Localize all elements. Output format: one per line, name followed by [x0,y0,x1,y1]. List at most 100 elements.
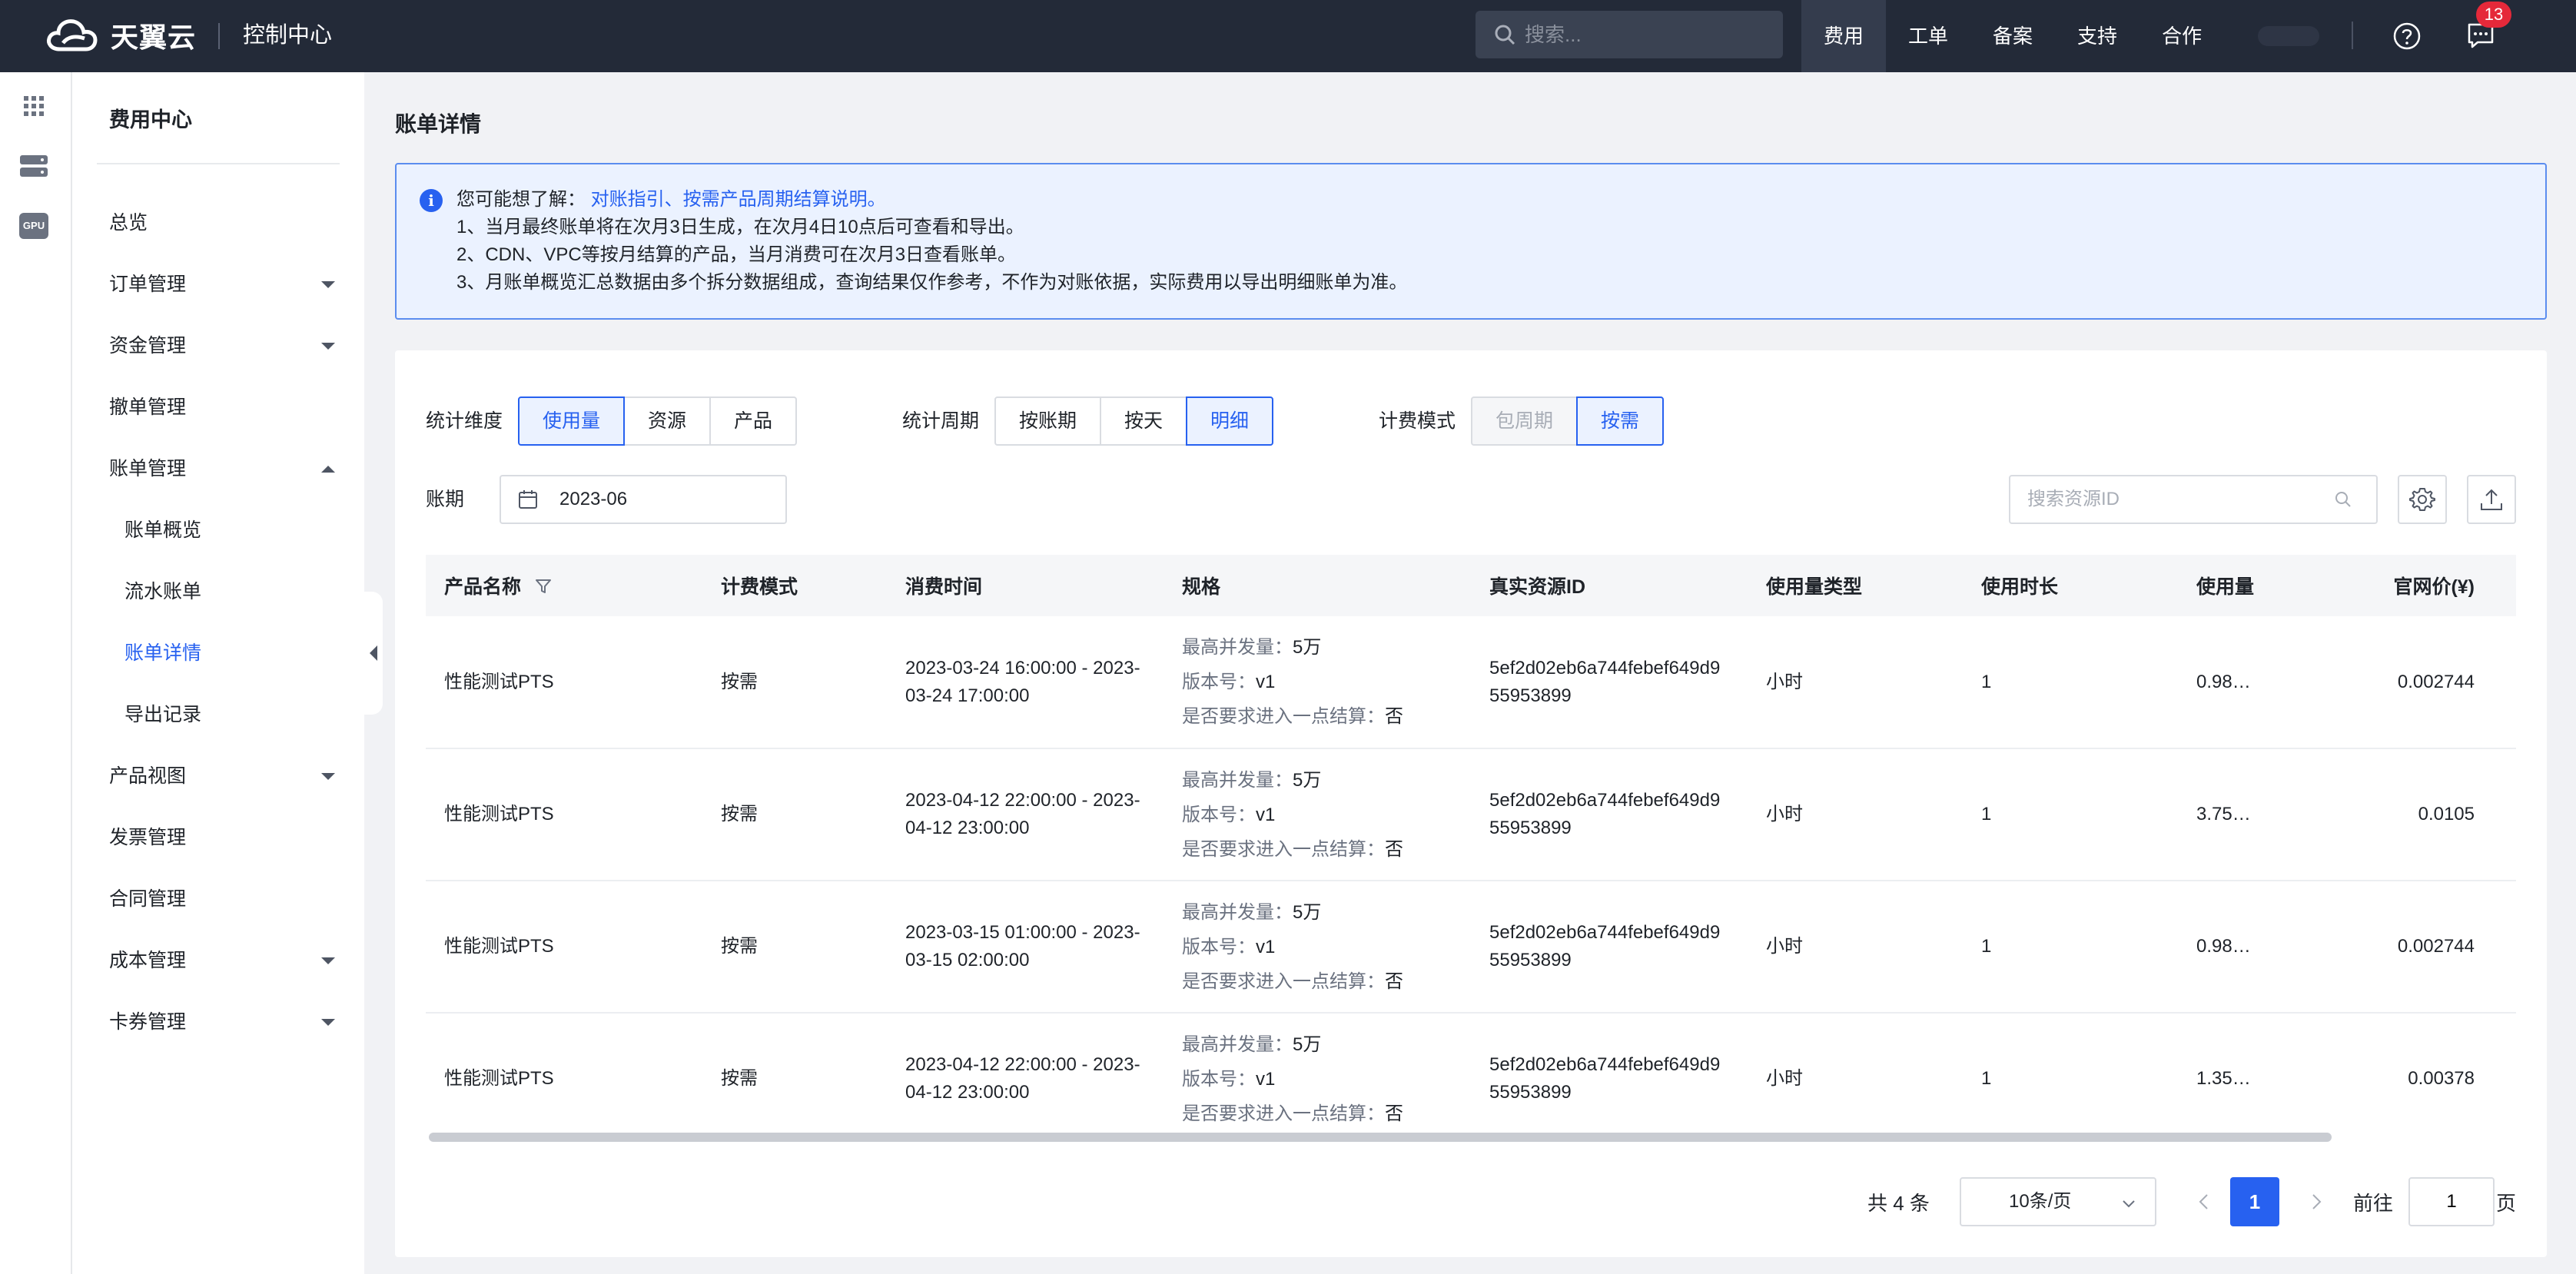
spec-line: 版本号：v1 [1182,798,1452,832]
search-icon [1495,25,1515,45]
sidebar-item-bills[interactable]: 账单管理 [72,438,364,499]
top-nav-filing[interactable]: 备案 [1970,0,2055,72]
export-button[interactable] [2467,475,2516,524]
column-header-time: 消费时间 [887,555,1164,616]
period-option-detail[interactable]: 明细 [1186,396,1274,446]
billing-option-on-demand[interactable]: 按需 [1576,396,1665,446]
spec-key: 最高并发量： [1182,1033,1293,1055]
chevron-down-icon [2123,1200,2135,1208]
resource-search-input[interactable] [2010,489,2333,510]
cell-duration: 1 [1963,1013,2178,1142]
spec-value: 5万 [1293,769,1322,791]
top-nav-fees[interactable]: 费用 [1801,0,1887,72]
dimension-segmented: 使用量 资源 产品 [518,396,798,446]
logo[interactable]: 天翼云 [45,12,196,58]
sidebar-item-overview[interactable]: 总览 [72,192,364,254]
column-header-usage: 使用量 [2178,555,2316,616]
cell-price: 0.002744 [2316,881,2516,1014]
top-bar: 天翼云 控制中心 费用 工单 备案 支持 合作 13 [0,0,2576,72]
sidebar-item-contracts[interactable]: 合同管理 [72,868,364,930]
horizontal-scrollbar[interactable] [429,1133,2332,1142]
sidebar-item-costs[interactable]: 成本管理 [72,930,364,991]
sidebar-item-transactions[interactable]: 流水账单 [72,561,364,622]
column-settings-button[interactable] [2398,475,2447,524]
sidebar-item-orders[interactable]: 订单管理 [72,254,364,315]
sidebar-item-export-records[interactable]: 导出记录 [72,684,364,745]
pagination-total: 共 4 条 [1867,1192,1930,1215]
help-icon[interactable] [2392,22,2422,51]
sidebar-item-invoices[interactable]: 发票管理 [72,807,364,868]
column-header-billing-mode: 计费模式 [702,555,887,616]
gear-icon [2409,488,2435,511]
cell-spec: 最高并发量：5万 版本号：v1 是否要求进入一点结算：否 [1164,748,1471,881]
cloud-logo-icon [47,19,98,51]
chevron-down-icon [321,281,335,288]
spec-line: 版本号：v1 [1182,1062,1452,1097]
period-option-daily[interactable]: 按天 [1100,396,1188,446]
console-title[interactable]: 控制中心 [243,20,332,51]
user-account[interactable] [2258,26,2319,46]
gpu-label: GPU [19,213,48,239]
pagination-goto-input[interactable] [2408,1177,2495,1226]
spec-value: 否 [1385,1103,1403,1124]
calendar-icon [519,490,537,509]
dimension-option-product[interactable]: 产品 [709,396,798,446]
search-icon [2335,492,2351,507]
info-icon: i [420,189,443,212]
global-search-input[interactable] [1525,22,1755,47]
pagination-prev-button[interactable] [2189,1186,2219,1217]
sidebar-title: 费用中心 [109,108,192,131]
sidebar-item-coupons[interactable]: 卡券管理 [72,991,364,1053]
sidebar-divider [97,163,340,164]
table-row: 性能测试PTS 按需 2023-03-15 01:00:00 - 2023-03… [426,881,2516,1014]
server-icon[interactable] [18,151,49,181]
apps-grid-icon[interactable] [18,91,49,121]
cell-product: 性能测试PTS [426,881,702,1014]
top-nav-support[interactable]: 支持 [2055,0,2139,72]
notice-links[interactable]: 对账指引、按需产品周期结算说明。 [591,189,886,210]
gpu-icon[interactable]: GPU [18,211,49,241]
chevron-up-icon [321,466,335,473]
bill-detail-table: 产品名称 计费模式 消费时间 规格 真实资源ID 使用量类型 使用时长 使用量 … [426,555,2516,1142]
billing-option-subscription[interactable]: 包周期 [1471,396,1578,446]
upload-icon [2481,489,2502,510]
pagination-page-1[interactable]: 1 [2230,1177,2279,1226]
cell-product: 性能测试PTS [426,748,702,881]
sidebar: 费用中心 总览 订单管理 资金管理 撤单管理 账单管理 账单概览 流水账单 账单… [72,72,364,1274]
bill-period-picker[interactable]: 2023-06 [500,475,787,524]
dimension-option-usage[interactable]: 使用量 [518,396,626,446]
sidebar-item-cancellations[interactable]: 撤单管理 [72,377,364,438]
sidebar-item-bill-details[interactable]: 账单详情 [72,622,364,684]
top-nav-tickets[interactable]: 工单 [1886,0,1970,72]
resource-search[interactable] [2009,475,2378,524]
spec-key: 版本号： [1182,1068,1256,1090]
logo-divider [218,23,220,49]
filter-icon[interactable] [534,577,553,596]
notice-line-2: 2、CDN、VPC等按月结算的产品，当月消费可在次月3日查看账单。 [456,244,1017,265]
page-size-select[interactable]: 10条/页 [1960,1177,2156,1226]
sidebar-item-product-view[interactable]: 产品视图 [72,745,364,807]
chevron-down-icon [321,957,335,964]
chevron-left-icon [2199,1194,2208,1209]
spec-key: 最高并发量： [1182,901,1293,923]
notice-line-3: 3、月账单概览汇总数据由多个拆分数据组成，查询结果仅作参考，不作为对账依据，实际… [456,272,1408,293]
top-nav-partners[interactable]: 合作 [2139,0,2224,72]
cell-duration: 1 [1963,881,2178,1014]
sidebar-collapse-button[interactable] [364,592,383,715]
cell-product: 性能测试PTS [426,1013,702,1142]
global-search[interactable] [1476,11,1783,58]
column-header-product: 产品名称 [426,555,702,616]
column-header-usage-type: 使用量类型 [1748,555,1963,616]
cell-usage-type: 小时 [1748,881,1963,1014]
bill-period-value: 2023-06 [559,489,628,509]
spec-key: 最高并发量： [1182,637,1293,658]
table-row: 性能测试PTS 按需 2023-04-12 22:00:00 - 2023-04… [426,1013,2516,1142]
pagination-next-button[interactable] [2301,1186,2332,1217]
sidebar-item-bill-overview[interactable]: 账单概览 [72,499,364,561]
sidebar-item-label: 卡券管理 [109,1011,187,1033]
cell-time: 2023-04-12 22:00:00 - 2023-04-12 23:00:0… [887,748,1164,881]
sidebar-item-funds[interactable]: 资金管理 [72,315,364,377]
notice-line-1: 1、当月最终账单将在次月3日生成，在次月4日10点后可查看和导出。 [456,217,1024,237]
period-option-bill-cycle[interactable]: 按账期 [994,396,1102,446]
dimension-option-resource[interactable]: 资源 [623,396,712,446]
